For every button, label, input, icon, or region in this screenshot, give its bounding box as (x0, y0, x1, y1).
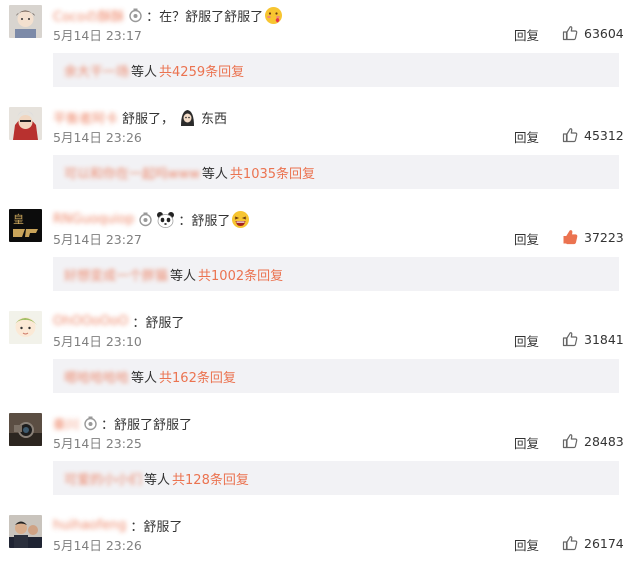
comment-text: ：舒服了 (130, 519, 183, 535)
reply-button[interactable]: 回复 (514, 433, 539, 452)
vip-badge-icon (83, 416, 98, 431)
comment-time: 5月14日 23:25 (53, 436, 142, 451)
comment-item: 皇 RNGuoquiop ：舒服了 5月14日 23:27 回复 37223 好… (0, 204, 636, 306)
sub-reply-etc: 等人 (170, 268, 197, 284)
like-count: 28483 (584, 433, 624, 449)
sub-reply-users[interactable]: 嗯哈哈哈哈 (64, 367, 129, 386)
comment-time: 5月14日 23:27 (53, 232, 142, 247)
reply-button[interactable]: 回复 (514, 127, 539, 146)
comment-text: ：舒服了舒服了 (101, 417, 193, 433)
comment-item: huihaofeng ：舒服了 5月14日 23:26 回复 26174 (0, 510, 636, 564)
user-avatar[interactable] (9, 413, 42, 446)
username[interactable]: OhOOoOoO (53, 314, 128, 329)
sub-reply-users[interactable]: 可以和你在一起吗www (64, 163, 200, 182)
user-avatar[interactable] (9, 107, 42, 140)
like-button[interactable]: 45312 (562, 125, 624, 145)
sub-replies-box: 可爱的小小们 等人 共128条回复 (53, 461, 619, 495)
reply-button[interactable]: 回复 (514, 535, 539, 554)
thumbs-up-icon (562, 332, 578, 347)
like-count: 26174 (584, 535, 624, 551)
laughing-emoji-icon (231, 210, 250, 229)
user-avatar[interactable]: 皇 (9, 209, 42, 242)
like-count: 63604 (584, 25, 624, 41)
comment-time: 5月14日 23:10 (53, 334, 142, 349)
sub-reply-etc: 等人 (144, 472, 171, 488)
like-button[interactable]: 37223 (562, 227, 624, 247)
sub-reply-users[interactable]: 余大干一场 (64, 61, 129, 80)
sub-reply-etc: 等人 (131, 64, 158, 80)
vip-badge-icon (138, 212, 153, 227)
like-count: 45312 (584, 127, 624, 143)
username[interactable]: 秦川 (53, 414, 79, 433)
sub-reply-etc: 等人 (201, 166, 228, 182)
username[interactable]: 平衡者阿卡 (53, 108, 118, 127)
thumbs-up-icon (563, 230, 578, 245)
comment-text: ：舒服了 (178, 213, 231, 229)
cloaked-figure-emoji-icon (178, 108, 197, 127)
sub-replies-box: 好想变成一个胖猫 等人 共1002条回复 (53, 257, 619, 291)
comment-item: OhOOoOoO ：舒服了 5月14日 23:10 回复 31841 嗯哈哈哈哈… (0, 306, 636, 408)
like-count: 31841 (584, 331, 624, 347)
like-button[interactable]: 28483 (562, 431, 624, 451)
comment-text-suffix: 东西 (201, 111, 228, 127)
reply-button[interactable]: 回复 (514, 229, 539, 248)
like-button[interactable]: 26174 (562, 533, 624, 553)
sub-reply-count-link[interactable]: 共1002条回复 (198, 265, 283, 284)
username[interactable]: huihaofeng (53, 518, 126, 533)
vip-badge-icon (128, 8, 143, 23)
reply-button[interactable]: 回复 (514, 25, 539, 44)
blush-kiss-emoji-icon (264, 6, 283, 25)
like-button[interactable]: 63604 (562, 23, 624, 43)
username[interactable]: Cocoの酥酥 (53, 6, 124, 25)
user-avatar[interactable] (9, 311, 42, 344)
sub-reply-users[interactable]: 好想变成一个胖猫 (64, 265, 168, 284)
thumbs-up-icon (562, 434, 578, 449)
sub-replies-box: 嗯哈哈哈哈 等人 共162条回复 (53, 359, 619, 393)
sub-reply-count-link[interactable]: 共4259条回复 (159, 61, 244, 80)
reply-button[interactable]: 回复 (514, 331, 539, 350)
comment-text: 舒服了， (122, 111, 175, 127)
sub-reply-count-link[interactable]: 共162条回复 (159, 367, 236, 386)
comment-item: 秦川 ：舒服了舒服了 5月14日 23:25 回复 28483 可爱的小小们 等… (0, 408, 636, 510)
comment-item: Cocoの酥酥 ：在？舒服了舒服了 5月14日 23:17 回复 63604 余… (0, 0, 636, 102)
sub-reply-count-link[interactable]: 共1035条回复 (230, 163, 315, 182)
comment-text: ：在？舒服了舒服了 (146, 9, 264, 25)
comment-time: 5月14日 23:26 (53, 130, 142, 145)
sub-replies-box: 余大干一场 等人 共4259条回复 (53, 53, 619, 87)
comment-item: 平衡者阿卡 舒服了， 东西 5月14日 23:26 回复 45312 可以和你在… (0, 102, 636, 204)
comment-time: 5月14日 23:26 (53, 538, 142, 553)
panda-badge-icon (156, 211, 175, 228)
like-button[interactable]: 31841 (562, 329, 624, 349)
sub-reply-etc: 等人 (131, 370, 158, 386)
thumbs-up-icon (562, 128, 578, 143)
comment-text: ：舒服了 (132, 315, 185, 331)
comment-time: 5月14日 23:17 (53, 28, 142, 43)
svg-text:皇: 皇 (13, 212, 24, 226)
sub-reply-count-link[interactable]: 共128条回复 (172, 469, 249, 488)
sub-reply-users[interactable]: 可爱的小小们 (64, 469, 142, 488)
thumbs-up-icon (562, 26, 578, 41)
thumbs-up-icon (562, 536, 578, 551)
username[interactable]: RNGuoquiop (53, 212, 134, 227)
user-avatar[interactable] (9, 5, 42, 38)
sub-replies-box: 可以和你在一起吗www 等人 共1035条回复 (53, 155, 619, 189)
like-count: 37223 (584, 229, 624, 245)
user-avatar[interactable] (9, 515, 42, 548)
